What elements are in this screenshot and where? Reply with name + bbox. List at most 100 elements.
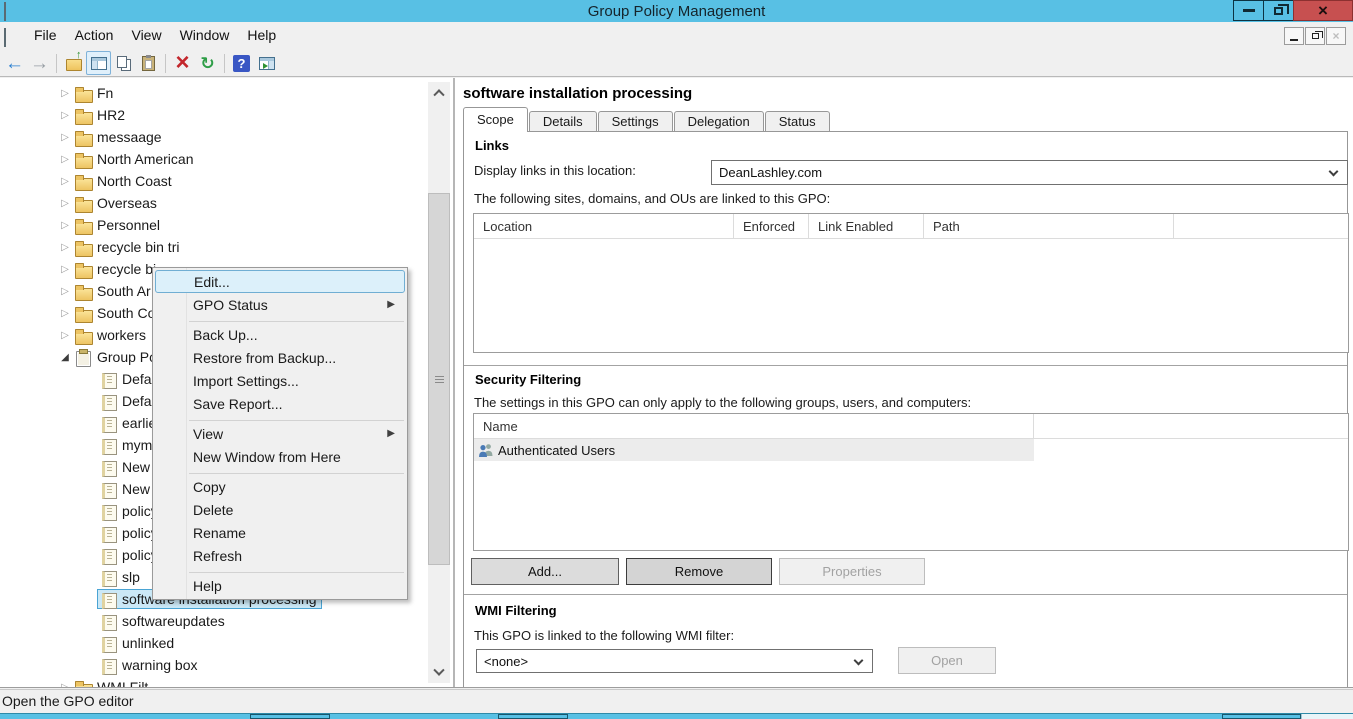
- tree-item[interactable]: unlinked: [0, 632, 453, 654]
- links-table[interactable]: LocationEnforcedLink EnabledPath: [473, 213, 1349, 353]
- copy-icon[interactable]: [111, 51, 136, 75]
- tree-item[interactable]: WMI Filt: [0, 676, 453, 687]
- gpo-title: software installation processing: [463, 85, 692, 102]
- expand-arrow-icon[interactable]: [58, 110, 72, 121]
- taskbar-segment[interactable]: [498, 714, 568, 719]
- tree-item[interactable]: Personnel: [0, 214, 453, 236]
- menu-item[interactable]: File: [25, 24, 66, 46]
- add-button[interactable]: Add...: [471, 558, 619, 585]
- help-icon[interactable]: [229, 51, 254, 75]
- tree-item[interactable]: warning box: [0, 654, 453, 676]
- context-menu-item[interactable]: Copy ▶: [155, 475, 405, 498]
- tree-item-icon: [75, 86, 92, 101]
- tree-scrollbar[interactable]: [428, 82, 450, 683]
- paste-icon[interactable]: [136, 51, 161, 75]
- context-menu-item[interactable]: ▶: [189, 316, 404, 323]
- tree-item[interactable]: North American: [0, 148, 453, 170]
- context-menu-item[interactable]: Restore from Backup... ▶: [155, 346, 405, 369]
- expand-arrow-icon[interactable]: [58, 176, 72, 187]
- expand-arrow-icon[interactable]: [58, 154, 72, 165]
- tab[interactable]: Scope: [463, 107, 528, 132]
- context-menu-item[interactable]: Delete ▶: [155, 498, 405, 521]
- tab[interactable]: Details: [529, 111, 597, 132]
- tree-item-icon: [75, 218, 92, 233]
- column-header[interactable]: Path: [924, 214, 1174, 238]
- context-menu-item[interactable]: Import Settings... ▶: [155, 369, 405, 392]
- taskbar-segment[interactable]: [250, 714, 330, 719]
- tree-item[interactable]: messaage: [0, 126, 453, 148]
- expand-arrow-icon[interactable]: [58, 352, 72, 363]
- context-menu-item[interactable]: Rename ▶: [155, 521, 405, 544]
- tree-item[interactable]: softwareupdates: [0, 610, 453, 632]
- expand-arrow-icon[interactable]: [58, 308, 72, 319]
- tree-item-icon: [100, 526, 117, 541]
- tab[interactable]: Delegation: [674, 111, 764, 132]
- back-icon[interactable]: [2, 51, 27, 75]
- links-heading: Links: [475, 138, 509, 153]
- expand-arrow-icon[interactable]: [58, 132, 72, 143]
- column-header[interactable]: Link Enabled: [809, 214, 924, 238]
- tab[interactable]: Status: [765, 111, 830, 132]
- tree-item[interactable]: North Coast: [0, 170, 453, 192]
- context-menu-item[interactable]: Edit... ▶: [155, 270, 405, 293]
- taskbar-segment[interactable]: [1301, 714, 1353, 719]
- scroll-down-icon[interactable]: [428, 663, 450, 683]
- context-menu-item[interactable]: Refresh ▶: [155, 544, 405, 567]
- context-menu-item[interactable]: ▶: [189, 468, 404, 475]
- context-menu-item[interactable]: Help ▶: [155, 574, 405, 597]
- open-button[interactable]: Open: [898, 647, 996, 674]
- expand-arrow-icon[interactable]: [58, 682, 72, 688]
- expand-arrow-icon[interactable]: [58, 330, 72, 341]
- column-header[interactable]: Location: [474, 214, 734, 238]
- taskbar-segment[interactable]: [1222, 714, 1301, 719]
- tree-item[interactable]: Fn: [0, 82, 453, 104]
- context-menu-item[interactable]: GPO Status ▶: [155, 293, 405, 316]
- context-menu-item[interactable]: Save Report... ▶: [155, 392, 405, 415]
- table-row[interactable]: Authenticated Users: [474, 439, 1348, 461]
- show-console-tree-icon[interactable]: [86, 51, 111, 75]
- mdi-minimize-button[interactable]: [1284, 27, 1304, 45]
- refresh-icon[interactable]: [195, 51, 220, 75]
- tree-item[interactable]: recycle bin tri: [0, 236, 453, 258]
- tree-item-icon: [75, 240, 92, 255]
- taskbar[interactable]: [0, 713, 1353, 719]
- tab[interactable]: Settings: [598, 111, 673, 132]
- mdi-restore-button[interactable]: [1305, 27, 1325, 45]
- expand-arrow-icon[interactable]: [58, 286, 72, 297]
- properties-button[interactable]: Properties: [779, 558, 925, 585]
- scrollbar-thumb[interactable]: [428, 193, 450, 565]
- expand-arrow-icon[interactable]: [58, 264, 72, 275]
- restore-button[interactable]: [1263, 0, 1294, 21]
- column-header[interactable]: Name: [474, 414, 1034, 438]
- close-button[interactable]: ×: [1293, 0, 1353, 21]
- expand-arrow-icon[interactable]: [58, 220, 72, 231]
- up-one-level-icon[interactable]: [61, 51, 86, 75]
- show-action-pane-icon[interactable]: [254, 51, 279, 75]
- context-menu-item[interactable]: New Window from Here ▶: [155, 445, 405, 468]
- tree-item[interactable]: Overseas: [0, 192, 453, 214]
- forward-icon[interactable]: [27, 51, 52, 75]
- delete-icon[interactable]: [170, 51, 195, 75]
- menu-item[interactable]: Action: [66, 24, 123, 46]
- menu-item[interactable]: View: [122, 24, 170, 46]
- column-header[interactable]: Enforced: [734, 214, 809, 238]
- security-filtering-table[interactable]: Name: [473, 413, 1349, 551]
- context-menu-item[interactable]: ▶: [189, 567, 404, 574]
- context-menu-item[interactable]: View ▶: [155, 422, 405, 445]
- context-menu-item[interactable]: Back Up... ▶: [155, 323, 405, 346]
- mdi-close-button[interactable]: ×: [1326, 27, 1346, 45]
- tree-item[interactable]: HR2: [0, 104, 453, 126]
- expand-arrow-icon[interactable]: [58, 242, 72, 253]
- context-menu-item[interactable]: ▶: [189, 415, 404, 422]
- status-text: Open the GPO editor: [2, 693, 134, 709]
- wmi-filter-combobox[interactable]: <none>: [476, 649, 873, 673]
- minimize-button[interactable]: [1233, 0, 1264, 21]
- scroll-up-icon[interactable]: [428, 82, 450, 102]
- remove-button[interactable]: Remove: [626, 558, 772, 585]
- expand-arrow-icon[interactable]: [58, 198, 72, 209]
- menu-item[interactable]: Help: [238, 24, 285, 46]
- menu-item[interactable]: Window: [171, 24, 239, 46]
- location-combobox[interactable]: DeanLashley.com: [711, 160, 1348, 185]
- tree-item-icon: [100, 460, 117, 475]
- expand-arrow-icon[interactable]: [58, 88, 72, 99]
